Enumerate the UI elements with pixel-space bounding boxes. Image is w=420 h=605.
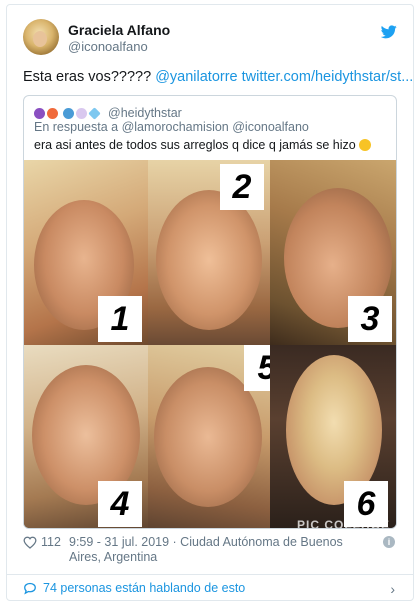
mention-link[interactable]: @yanilatorre xyxy=(155,69,237,85)
url-link[interactable]: twitter.com/heidythstar/st... xyxy=(242,69,414,85)
reply-prefix: En respuesta a xyxy=(34,120,119,134)
unicorn-emoji-icon xyxy=(76,107,87,119)
reply-context: En respuesta a @lamorochamision @iconoal… xyxy=(34,120,309,134)
conversation-footer[interactable]: 74 personas están hablando de esto › xyxy=(23,581,397,599)
thinking-face-icon xyxy=(359,139,372,151)
speech-bubble-icon xyxy=(24,582,36,595)
discussion-count[interactable]: 74 personas están hablando de esto xyxy=(43,581,245,595)
collage-photo-2: 2 xyxy=(148,160,270,345)
quoted-body: era asi antes de todos sus arreglos q di… xyxy=(34,138,356,152)
collage-photo-3: 3 xyxy=(270,160,396,345)
author-handle[interactable]: @iconoalfano xyxy=(68,39,148,54)
photo-collage[interactable]: 1 2 3 4 5 6 PIC COLLAGE xyxy=(24,160,396,529)
reply-to-handles[interactable]: @lamorochamision @iconoalfano xyxy=(122,120,309,134)
lollipop-emoji-icon xyxy=(47,107,58,119)
collage-photo-4: 4 xyxy=(24,345,148,528)
like-count[interactable]: 112 xyxy=(41,535,61,549)
globe-emoji-icon xyxy=(63,107,74,119)
author-name[interactable]: Graciela Alfano xyxy=(68,22,170,38)
collage-photo-5: 5 xyxy=(148,345,270,528)
number-label: 3 xyxy=(348,296,392,342)
tweet-header: Graciela Alfano @iconoalfano xyxy=(23,19,397,59)
heart-icon[interactable] xyxy=(23,536,37,549)
avatar[interactable] xyxy=(23,19,59,55)
quoted-tweet[interactable]: @heidythstar En respuesta a @lamorochami… xyxy=(23,95,397,529)
tweet-text: Esta eras vos????? @yanilatorre twitter.… xyxy=(23,69,413,85)
quoted-handle[interactable]: @heidythstar xyxy=(108,106,182,120)
info-icon[interactable]: i xyxy=(383,536,395,548)
number-label: 2 xyxy=(220,164,264,210)
twitter-bird-icon[interactable] xyxy=(381,25,397,39)
chevron-right-icon[interactable]: › xyxy=(390,581,395,597)
tweet-body: Esta eras vos????? xyxy=(23,69,152,85)
gem-emoji-icon xyxy=(88,106,101,120)
number-label: 1 xyxy=(98,296,142,342)
collage-photo-1: 1 xyxy=(24,160,148,345)
tweet-meta: 112 9:59 - 31 jul. 2019 · Ciudad Autónom… xyxy=(23,535,397,571)
quoted-text: era asi antes de todos sus arreglos q di… xyxy=(34,138,372,152)
number-label: 4 xyxy=(98,481,142,527)
divider xyxy=(7,574,413,575)
number-label: 5 xyxy=(244,345,270,391)
collage-photo-6: 6 PIC COLLAGE xyxy=(270,345,396,529)
tweet-card: Graciela Alfano @iconoalfano Esta eras v… xyxy=(6,4,414,601)
tweet-timestamp[interactable]: 9:59 - 31 jul. 2019 · Ciudad Autónoma de… xyxy=(69,535,369,565)
collage-watermark: PIC COLLAGE xyxy=(296,518,390,529)
devil-emoji-icon xyxy=(34,107,45,119)
